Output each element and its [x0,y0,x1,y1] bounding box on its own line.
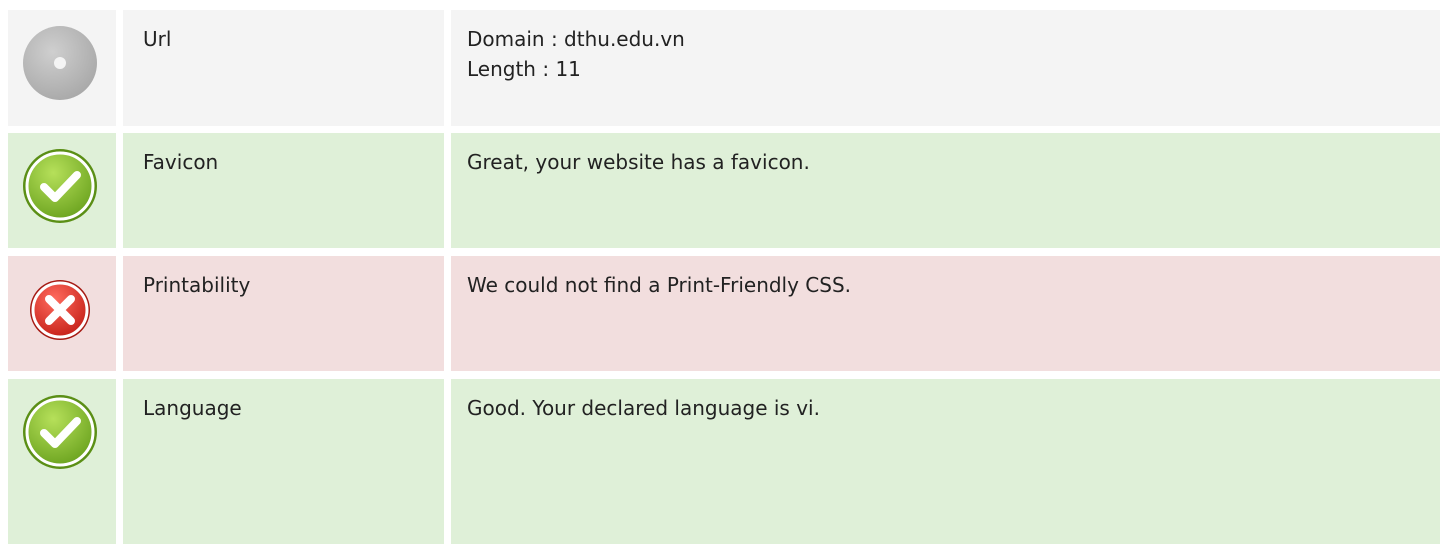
seo-report-table: Url Domain : dthu.edu.vn Length : 11 Fav… [0,0,1440,544]
row-label-cell: Url [123,10,444,126]
row-value-cell: Great, your website has a favicon. [451,133,1440,248]
row-label-cell: Language [123,379,444,544]
row-label: Url [143,27,172,51]
url-length-text: Length : 11 [467,57,581,81]
row-label-cell: Printability [123,256,444,371]
row-value-text: Good. Your declared language is vi. [467,396,820,420]
report-row-language: Language Good. Your declared language is… [8,379,1440,544]
row-label-cell: Favicon [123,133,444,248]
row-label: Printability [143,273,251,297]
status-cell [8,10,116,126]
row-value-cell: Domain : dthu.edu.vn Length : 11 [451,10,1440,126]
report-row-url: Url Domain : dthu.edu.vn Length : 11 [8,10,1440,126]
check-icon [21,147,99,225]
report-row-printability: Printability We could not find a Print-F… [8,256,1440,371]
row-value-cell: We could not find a Print-Friendly CSS. [451,256,1440,371]
report-row-favicon: Favicon Great, your website has a favico… [8,133,1440,248]
url-domain-text: Domain : dthu.edu.vn [467,27,685,51]
status-cell [8,379,116,544]
cross-icon [22,272,98,348]
row-value-text: We could not find a Print-Friendly CSS. [467,273,852,297]
status-cell [8,256,116,371]
check-icon [21,393,99,471]
neutral-disc-icon [21,24,99,102]
row-value-text: Great, your website has a favicon. [467,150,810,174]
row-label: Favicon [143,150,219,174]
status-cell [8,133,116,248]
row-label: Language [143,396,242,420]
row-value-cell: Good. Your declared language is vi. [451,379,1440,544]
